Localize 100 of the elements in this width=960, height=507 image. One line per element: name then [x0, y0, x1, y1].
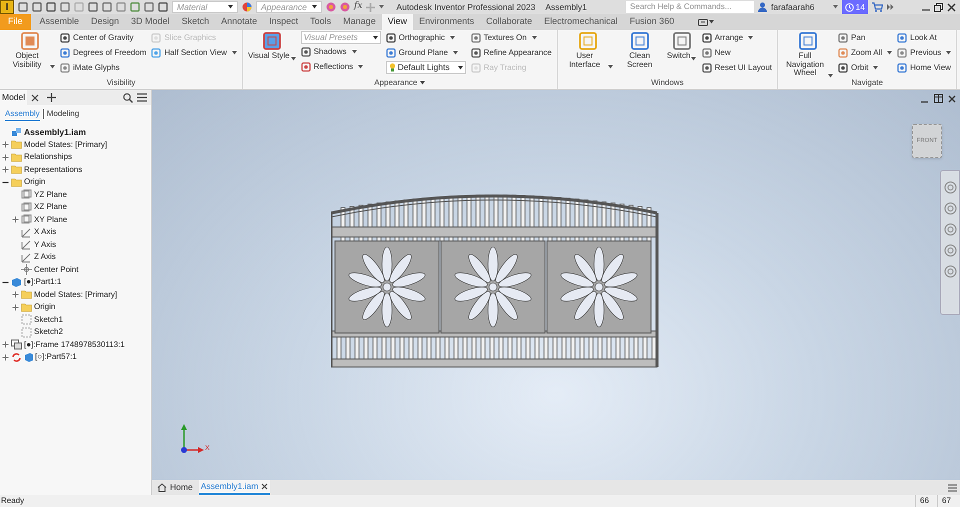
tree-item[interactable]: Sketch2 [34, 326, 63, 338]
ribbon-button[interactable]: Reflections [300, 60, 381, 74]
ribbon-tab[interactable]: Assemble [34, 14, 86, 30]
tree-item[interactable]: Model States: [Primary] [24, 138, 108, 151]
tree-item[interactable]: Assembly1.iam [24, 126, 86, 139]
ribbon-button[interactable]: Ground Plane [386, 46, 466, 60]
ribbon-button[interactable]: Visual Style [248, 31, 296, 60]
close-icon[interactable] [947, 2, 956, 12]
tree-item[interactable]: Model States: [Primary] [34, 288, 118, 301]
tree-item[interactable]: Origin [24, 176, 46, 188]
ribbon-tab[interactable]: 3D Model [125, 14, 176, 30]
tree-item[interactable]: Center Point [34, 264, 78, 276]
tree-item[interactable]: XZ Plane [34, 201, 67, 214]
tree-item[interactable]: YZ Plane [34, 188, 67, 201]
tree-item[interactable]: Origin [34, 301, 56, 314]
ribbon-button[interactable]: Zoom All [838, 46, 892, 60]
user-icon[interactable] [758, 2, 768, 12]
ribbon-button[interactable]: Center of Gravity [60, 31, 146, 45]
ribbon-button[interactable]: User Interface [562, 31, 613, 69]
ribbon-button[interactable]: Shadows [300, 45, 381, 59]
ribbon-button[interactable]: Textures On [470, 31, 552, 45]
tree-item[interactable]: Relationships [24, 151, 72, 164]
ribbon-button[interactable]: Switch [666, 31, 697, 60]
ribbon-button[interactable]: Orbit [838, 61, 892, 75]
document-tab[interactable]: Assembly1.iam [198, 480, 270, 495]
ribbon-tab[interactable]: Annotate [215, 14, 264, 30]
close-icon[interactable] [31, 94, 40, 102]
ribbon-tab[interactable]: Collaborate [480, 14, 538, 30]
color-adjust-icon[interactable] [340, 2, 350, 12]
ribbon-button[interactable]: Refine Appearance [470, 46, 552, 60]
expand-icon[interactable] [2, 166, 9, 174]
dropdown-field[interactable]: Default Lights [386, 61, 466, 74]
more-icon[interactable] [887, 4, 894, 10]
search-icon[interactable] [123, 92, 133, 102]
menu-icon[interactable] [948, 484, 957, 492]
cart-icon[interactable] [872, 2, 883, 12]
panel-title: Visibility [106, 77, 136, 89]
tree-item[interactable]: [○]:Part57:1 [35, 351, 77, 364]
tree-item[interactable]: Y Axis [34, 238, 56, 251]
panel-title: Navigate [851, 77, 883, 89]
ribbon-button[interactable]: Orthographic [386, 31, 466, 45]
expand-icon[interactable] [2, 141, 9, 148]
ribbon-button[interactable]: Arrange [702, 31, 772, 45]
tree-item[interactable]: XY Plane [34, 214, 68, 226]
ribbon-button[interactable]: Degrees of Freedom [60, 46, 146, 60]
expand-icon[interactable] [12, 216, 19, 224]
axis-icon [21, 252, 32, 263]
expand-icon[interactable] [12, 291, 19, 298]
ribbon-button[interactable]: iMate Glyphs [60, 61, 146, 75]
expand-icon[interactable] [2, 354, 9, 361]
browser-tab[interactable]: Model [0, 90, 28, 105]
document-tab[interactable]: Home [155, 480, 195, 495]
tree-item[interactable]: Representations [24, 164, 82, 176]
ribbon-tab[interactable]: Sketch [176, 14, 216, 30]
plane-icon [21, 189, 32, 200]
ribbon-tab[interactable]: Manage [337, 14, 382, 30]
ribbon-button[interactable]: Look At [897, 31, 952, 45]
ribbon-tab[interactable]: Tools [304, 14, 338, 30]
tree-item[interactable]: Sketch1 [34, 314, 63, 326]
color-picker-icon[interactable] [326, 2, 336, 12]
ribbon-button[interactable]: New [702, 46, 772, 60]
tile-icon[interactable] [934, 94, 943, 103]
tree-item[interactable]: Z Axis [34, 251, 56, 264]
ribbon-tab[interactable]: Environments [413, 14, 480, 30]
browser-mode-tab[interactable]: Assembly [5, 108, 40, 120]
user-name[interactable]: farafaarah6 [771, 0, 815, 14]
browser-mode-tab[interactable]: Modeling [46, 108, 80, 120]
ribbon-button[interactable]: Reset UI Layout [702, 61, 772, 75]
ribbon-tab[interactable]: View [382, 14, 414, 30]
ribbon-tab[interactable]: Fusion 360 [624, 14, 680, 30]
expand-icon[interactable] [2, 341, 9, 348]
tree-item[interactable]: [●]:Part1:1 [24, 276, 62, 288]
tree-item[interactable]: X Axis [34, 226, 56, 238]
menu-icon[interactable] [137, 93, 147, 102]
tree-item[interactable]: [●]:Frame 1748978530113:1 [24, 338, 125, 351]
ribbon-button[interactable]: Previous [897, 46, 952, 60]
color-wheel-icon[interactable] [242, 2, 252, 12]
ribbon-tab[interactable]: Design [85, 14, 126, 30]
formula-button[interactable]: fx [354, 0, 362, 14]
app-logo[interactable]: I [0, 0, 14, 14]
add-icon[interactable] [47, 93, 56, 102]
ribbon-button[interactable]: Home View [897, 61, 952, 75]
expand-icon[interactable] [2, 154, 9, 161]
folder-icon [11, 164, 22, 176]
point-icon [21, 264, 32, 276]
tool-icon [300, 62, 311, 72]
ribbon-button[interactable]: Clean Screen [618, 31, 662, 69]
panel-title[interactable]: Appearance [374, 77, 426, 89]
ribbon-button[interactable]: Object Visibility [5, 31, 55, 69]
ribbon-tab[interactable]: Inspect [263, 14, 304, 30]
search-field[interactable]: Search Help & Commands... [626, 1, 754, 13]
expand-icon[interactable] [12, 304, 19, 311]
ribbon-button[interactable]: Pan [838, 31, 892, 45]
ribbon-tab[interactable]: Electromechanical [538, 14, 624, 30]
restore-icon[interactable] [934, 2, 943, 12]
close-icon[interactable] [948, 94, 956, 102]
notifications-button[interactable]: 14 [842, 0, 868, 14]
caret-icon [608, 65, 613, 69]
ribbon-button[interactable]: Half Section View [151, 46, 237, 60]
ribbon-button[interactable]: Full Navigation Wheel [783, 31, 834, 78]
